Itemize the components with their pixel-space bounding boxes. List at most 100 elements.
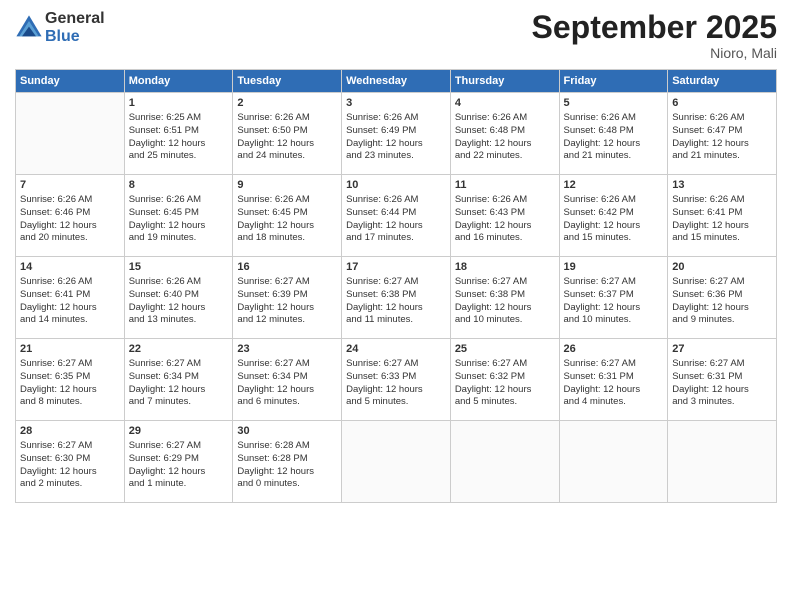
calendar-cell: 9Sunrise: 6:26 AMSunset: 6:45 PMDaylight… [233,175,342,257]
calendar-cell: 1Sunrise: 6:25 AMSunset: 6:51 PMDaylight… [124,93,233,175]
calendar-cell: 14Sunrise: 6:26 AMSunset: 6:41 PMDayligh… [16,257,125,339]
day-info: and 2 minutes. [20,478,120,491]
day-info: Sunset: 6:38 PM [455,289,555,302]
day-number: 9 [237,178,337,193]
day-number: 2 [237,96,337,111]
day-info: Daylight: 12 hours [346,302,446,315]
day-info: Sunset: 6:35 PM [20,371,120,384]
day-info: and 15 minutes. [564,232,664,245]
day-number: 20 [672,260,772,275]
day-number: 30 [237,424,337,439]
day-number: 7 [20,178,120,193]
calendar-cell: 12Sunrise: 6:26 AMSunset: 6:42 PMDayligh… [559,175,668,257]
day-info: Daylight: 12 hours [237,466,337,479]
calendar-cell [450,421,559,503]
day-info: Daylight: 12 hours [455,302,555,315]
day-info: Daylight: 12 hours [20,302,120,315]
day-info: Sunrise: 6:26 AM [564,112,664,125]
day-info: Sunset: 6:31 PM [672,371,772,384]
day-info: Sunset: 6:41 PM [20,289,120,302]
day-info: Sunset: 6:45 PM [129,207,229,220]
day-info: Daylight: 12 hours [129,138,229,151]
day-number: 16 [237,260,337,275]
day-info: Sunrise: 6:26 AM [237,112,337,125]
calendar-cell: 17Sunrise: 6:27 AMSunset: 6:38 PMDayligh… [342,257,451,339]
day-number: 4 [455,96,555,111]
day-info: and 14 minutes. [20,314,120,327]
day-info: Daylight: 12 hours [564,138,664,151]
day-info: Sunset: 6:32 PM [455,371,555,384]
day-info: and 1 minute. [129,478,229,491]
day-info: Sunset: 6:48 PM [564,125,664,138]
day-number: 22 [129,342,229,357]
day-info: Daylight: 12 hours [237,220,337,233]
day-number: 15 [129,260,229,275]
day-number: 17 [346,260,446,275]
day-info: Sunrise: 6:27 AM [346,276,446,289]
day-info: Daylight: 12 hours [672,220,772,233]
day-info: Sunset: 6:36 PM [672,289,772,302]
day-info: Daylight: 12 hours [672,138,772,151]
week-row-2: 7Sunrise: 6:26 AMSunset: 6:46 PMDaylight… [16,175,777,257]
calendar-cell: 18Sunrise: 6:27 AMSunset: 6:38 PMDayligh… [450,257,559,339]
day-info: Sunrise: 6:26 AM [129,194,229,207]
day-info: and 5 minutes. [455,396,555,409]
day-info: Daylight: 12 hours [455,384,555,397]
col-monday: Monday [124,70,233,93]
calendar-cell: 21Sunrise: 6:27 AMSunset: 6:35 PMDayligh… [16,339,125,421]
calendar-cell: 5Sunrise: 6:26 AMSunset: 6:48 PMDaylight… [559,93,668,175]
day-number: 13 [672,178,772,193]
day-info: Sunrise: 6:27 AM [455,276,555,289]
day-number: 19 [564,260,664,275]
calendar-cell: 4Sunrise: 6:26 AMSunset: 6:48 PMDaylight… [450,93,559,175]
day-info: Sunset: 6:48 PM [455,125,555,138]
day-info: and 17 minutes. [346,232,446,245]
day-info: and 11 minutes. [346,314,446,327]
day-info: and 16 minutes. [455,232,555,245]
day-info: and 5 minutes. [346,396,446,409]
header-row: Sunday Monday Tuesday Wednesday Thursday… [16,70,777,93]
day-info: and 13 minutes. [129,314,229,327]
calendar-cell: 6Sunrise: 6:26 AMSunset: 6:47 PMDaylight… [668,93,777,175]
page: General Blue September 2025 Nioro, Mali … [0,0,792,612]
day-info: Sunrise: 6:27 AM [564,358,664,371]
week-row-3: 14Sunrise: 6:26 AMSunset: 6:41 PMDayligh… [16,257,777,339]
day-info: Daylight: 12 hours [455,220,555,233]
title-block: September 2025 Nioro, Mali [532,10,777,61]
day-number: 28 [20,424,120,439]
day-number: 21 [20,342,120,357]
day-info: Sunrise: 6:27 AM [237,276,337,289]
day-info: Sunset: 6:49 PM [346,125,446,138]
day-info: and 7 minutes. [129,396,229,409]
day-info: Sunrise: 6:27 AM [20,440,120,453]
calendar-cell: 15Sunrise: 6:26 AMSunset: 6:40 PMDayligh… [124,257,233,339]
day-info: Sunset: 6:28 PM [237,453,337,466]
day-info: Sunrise: 6:26 AM [672,194,772,207]
week-row-1: 1Sunrise: 6:25 AMSunset: 6:51 PMDaylight… [16,93,777,175]
day-info: Sunrise: 6:27 AM [129,358,229,371]
day-number: 24 [346,342,446,357]
day-info: Daylight: 12 hours [129,302,229,315]
day-info: and 3 minutes. [672,396,772,409]
day-number: 11 [455,178,555,193]
day-info: Daylight: 12 hours [129,384,229,397]
day-info: Daylight: 12 hours [20,384,120,397]
day-info: Sunset: 6:41 PM [672,207,772,220]
day-info: Daylight: 12 hours [346,384,446,397]
calendar-cell: 7Sunrise: 6:26 AMSunset: 6:46 PMDaylight… [16,175,125,257]
day-number: 27 [672,342,772,357]
day-info: Sunrise: 6:26 AM [346,112,446,125]
calendar-cell: 30Sunrise: 6:28 AMSunset: 6:28 PMDayligh… [233,421,342,503]
day-info: and 19 minutes. [129,232,229,245]
calendar-cell: 8Sunrise: 6:26 AMSunset: 6:45 PMDaylight… [124,175,233,257]
day-number: 26 [564,342,664,357]
header: General Blue September 2025 Nioro, Mali [15,10,777,61]
day-info: and 25 minutes. [129,150,229,163]
day-number: 14 [20,260,120,275]
day-info: Sunset: 6:29 PM [129,453,229,466]
day-number: 8 [129,178,229,193]
day-info: and 22 minutes. [455,150,555,163]
day-number: 18 [455,260,555,275]
day-info: Sunset: 6:44 PM [346,207,446,220]
day-info: Sunrise: 6:26 AM [455,194,555,207]
